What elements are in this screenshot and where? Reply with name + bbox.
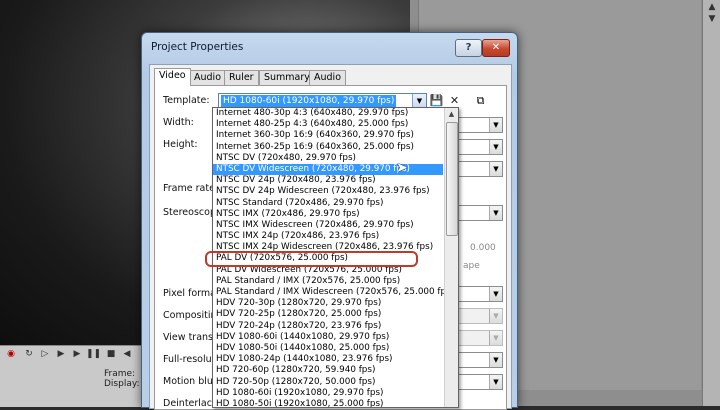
prev-frame-icon[interactable]: ◀ [120,348,134,360]
chevron-down-icon[interactable]: ▼ [489,140,502,154]
view-transform-select[interactable]: ▼ [455,330,503,346]
help-button[interactable]: ? [455,39,482,57]
chevron-down-icon[interactable]: ▼ [489,287,502,301]
chevron-down-icon[interactable]: ▼ [489,206,502,220]
display-label: Display: [104,379,140,389]
template-option[interactable]: HDV 1080-50i (1440x1080, 25.000 fps) [213,343,443,354]
template-value: HD 1080-60i (1920x1080, 29.970 fps) [221,95,397,107]
template-option[interactable]: HD 720-60p (1280x720, 59.940 fps) [213,365,443,376]
template-option[interactable]: Internet 360-25p 16:9 (640x360, 25.000 f… [213,142,443,153]
save-icon[interactable]: 💾 [429,93,444,108]
chevron-down-icon[interactable]: ▼ [489,118,502,132]
template-option[interactable]: NTSC DV 24p Widescreen (720x480, 23.976 … [213,186,443,197]
template-option[interactable]: NTSC DV Widescreen (720x480, 29.970 fps) [213,163,443,176]
template-option[interactable]: Internet 480-30p 4:3 (640x480, 29.970 fp… [213,108,443,119]
width-label: Width: [163,117,194,128]
copy-icon[interactable]: ⧉ [473,93,488,108]
template-option[interactable]: NTSC IMX 24p (720x486, 23.976 fps) [213,231,443,242]
field-order-select[interactable]: ▼ [455,161,503,177]
scroll-up-icon[interactable]: ▲ [703,2,720,12]
scroll-up-icon[interactable]: ▲ [445,108,458,121]
frame-label: Frame: [104,369,136,379]
record-icon[interactable]: ◉ [4,348,18,360]
template-option[interactable]: HDV 1080-24p (1440x1080, 23.976 fps) [213,354,443,365]
template-label: Template: [163,95,210,106]
template-option[interactable]: PAL DV Widescreen (720x576, 25.000 fps) [213,265,443,276]
value-readout: 0.000 [470,243,496,253]
full-resolution-label: Full-resoluti [163,354,219,365]
height-label: Height: [163,139,198,150]
chevron-down-icon[interactable]: ▼ [489,353,502,367]
template-option[interactable]: NTSC Standard (720x486, 29.970 fps) [213,198,443,209]
stereoscopic-select[interactable]: ▼ [455,205,503,221]
tab-ruler[interactable]: Ruler [224,70,259,85]
close-button[interactable]: ✕ [482,39,510,57]
template-option[interactable]: HD 1080-50i (1920x1080, 25.000 fps) [213,399,443,407]
chevron-down-icon[interactable]: ▼ [489,162,502,176]
template-option[interactable]: HDV 1080-60i (1440x1080, 29.970 fps) [213,332,443,343]
dropdown-scrollbar[interactable]: ▲ [444,108,458,407]
tab-video[interactable]: Video [154,68,191,86]
template-option[interactable]: NTSC DV 24p (720x480, 23.976 fps) [213,175,443,186]
template-option[interactable]: PAL DV (720x576, 25.000 fps) [213,253,443,264]
step-icon[interactable]: ▶ [70,348,84,360]
mouse-cursor-icon: ➤ [396,160,408,176]
loop-icon[interactable]: ↻ [22,348,36,360]
pause-icon[interactable]: ❚❚ [86,348,101,360]
delete-icon[interactable]: ✕ [447,93,462,108]
template-options: Internet 480-30p 4:3 (640x480, 29.970 fp… [213,108,454,407]
play-icon[interactable]: ▶ [54,348,68,360]
pixel-format-select[interactable]: ▼ [455,286,503,302]
template-option[interactable]: NTSC DV (720x480, 29.970 fps) [213,153,443,164]
chevron-down-icon[interactable]: ▼ [489,331,502,345]
scroll-down-icon[interactable]: ▼ [703,14,720,24]
template-option[interactable]: NTSC IMX (720x486, 29.970 fps) [213,209,443,220]
full-resolution-select[interactable]: ▼ [455,352,503,368]
height-field[interactable]: ▼ [455,139,503,155]
ape-text: ape [463,261,480,271]
template-option[interactable]: HDV 720-24p (1280x720, 23.976 fps) [213,321,443,332]
template-option[interactable]: HDV 720-30p (1280x720, 29.970 fps) [213,298,443,309]
right-scrollbar[interactable]: ▲ ▼ [702,0,720,406]
template-option[interactable]: HD 1080-60i (1920x1080, 29.970 fps) [213,388,443,399]
frame-rate-label: Frame rate: [163,183,219,194]
template-option[interactable]: Internet 480-25p 4:3 (640x480, 25.000 fp… [213,119,443,130]
template-option[interactable]: PAL Standard / IMX Widescreen (720x576, … [213,287,454,298]
stop-icon[interactable]: ■ [104,348,118,360]
deinterlace-label: Deinterlace [163,398,218,409]
template-option[interactable]: NTSC IMX Widescreen (720x486, 29.970 fps… [213,220,443,231]
template-option[interactable]: HDV 720-25p (1280x720, 25.000 fps) [213,309,443,320]
dialog-title: Project Properties [151,41,244,53]
template-option[interactable]: Internet 360-30p 16:9 (640x360, 29.970 f… [213,130,443,141]
tab-summary[interactable]: Summary [259,70,315,85]
tab-audio-cd[interactable]: Audio CD [309,70,347,97]
compositing-select[interactable]: ▼ [455,308,503,324]
template-option[interactable]: HD 720-50p (1280x720, 50.000 fps) [213,377,443,388]
motion-blur-select[interactable]: ▼ [455,374,503,390]
template-option[interactable]: PAL Standard / IMX (720x576, 25.000 fps) [213,276,443,287]
template-dropdown-list[interactable]: Internet 480-30p 4:3 (640x480, 29.970 fp… [212,107,459,408]
play-from-start-icon[interactable]: ▷ [38,348,52,360]
template-option[interactable]: NTSC IMX 24p Widescreen (720x486, 23.976… [213,242,443,253]
scroll-thumb[interactable] [446,122,458,236]
chevron-down-icon[interactable]: ▼ [489,375,502,389]
chevron-down-icon[interactable]: ▼ [489,309,502,323]
tab-audio[interactable]: Audio [189,70,227,85]
width-field[interactable]: ▼ [455,117,503,133]
